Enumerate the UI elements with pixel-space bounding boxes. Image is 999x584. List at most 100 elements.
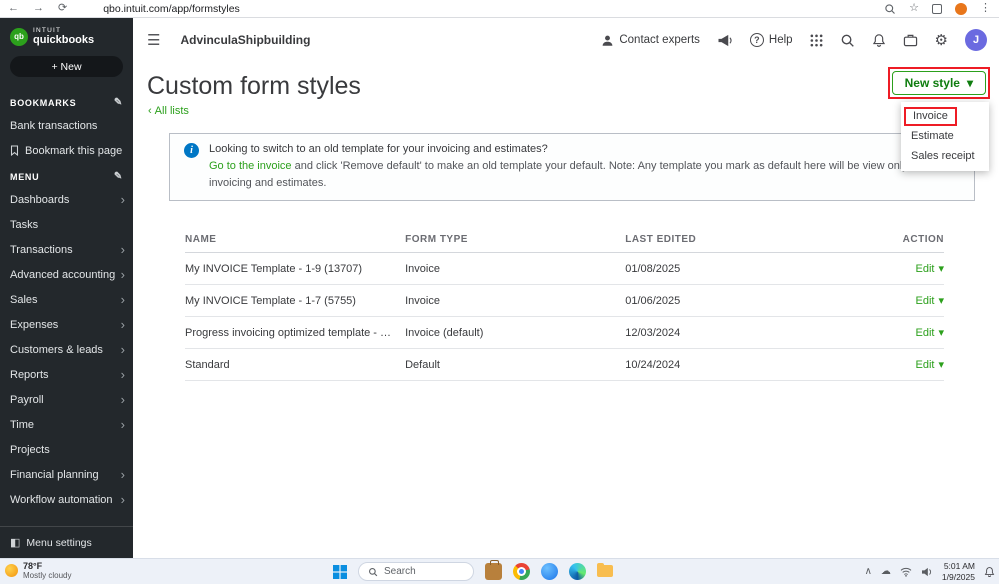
windows-start-icon[interactable] [333,564,347,579]
edit-button[interactable]: Edit ▾ [915,262,944,276]
sidebar-item-expenses[interactable]: Expenses › [0,312,133,337]
chevron-right-icon: › [120,492,125,508]
cell-form-type: Invoice [405,262,440,275]
sidebar-item-advanced-accounting[interactable]: Advanced accounting › [0,262,133,287]
chevron-down-icon: ▾ [938,359,944,372]
cell-form-type: Default [405,358,440,371]
screen: ← → ⟳ qbo.intuit.com/app/formstyles ☆ ⋮ … [0,0,999,584]
form-styles-table: NAME FORM TYPE LAST EDITED ACTION My INV… [185,228,944,382]
edge-icon[interactable] [569,563,586,580]
volume-icon[interactable] [921,567,933,577]
sidebar-item-label: Bookmark this page [25,144,123,157]
search-icon[interactable] [840,33,855,48]
edit-label: Edit [915,262,935,275]
sidebar-item-dashboards[interactable]: Dashboards › [0,187,133,212]
sidebar-item-label: Reports [10,368,49,381]
briefcase-app-icon[interactable] [485,560,502,580]
sidebar-item-time[interactable]: Time › [0,412,133,437]
sidebar-item-payroll[interactable]: Payroll › [0,387,133,412]
dropdown-item-estimate[interactable]: Estimate [901,126,989,146]
back-icon[interactable]: ← [8,3,19,14]
column-header-form-type: FORM TYPE [405,234,468,246]
weather-description: Mostly cloudy [23,571,72,581]
app-header: ☰ AdvinculaShipbuilding Contact experts … [133,18,999,62]
sidebar-item-label: Projects [10,443,50,456]
user-avatar[interactable]: J [965,29,987,51]
sidebar-item-bookmark-this-page[interactable]: Bookmark this page [0,138,133,163]
column-header-name: NAME [185,234,217,246]
dropdown-item-invoice[interactable]: Invoice [913,110,948,122]
menu-section-header: MENU ✎ [0,163,133,187]
sidebar-item-projects[interactable]: Projects [0,437,133,462]
briefcase-icon[interactable] [903,33,918,47]
chrome-icon[interactable] [513,563,530,580]
contact-experts-button[interactable]: Contact experts [601,34,700,47]
zoom-icon[interactable] [884,3,896,15]
edit-button[interactable]: Edit ▾ [915,326,944,340]
sidebar-item-customers-leads[interactable]: Customers & leads › [0,337,133,362]
forward-icon[interactable]: → [33,3,44,14]
sidebar-item-label: Financial planning [10,468,99,481]
sidebar-item-label: Time [10,418,35,431]
all-lists-link[interactable]: ‹ All lists [148,105,189,117]
dropdown-item-sales-receipt[interactable]: Sales receipt [901,146,989,166]
sidebar-item-label: Transactions [10,243,73,256]
browser-menu-icon[interactable]: ⋮ [980,3,991,14]
cell-last-edited: 10/24/2024 [625,358,681,371]
chevron-right-icon: › [120,192,125,208]
sidebar-item-financial-planning[interactable]: Financial planning › [0,462,133,487]
company-name[interactable]: AdvinculaShipbuilding [180,33,310,47]
bookmark-star-icon[interactable]: ☆ [909,3,919,14]
new-button[interactable]: + New [10,56,123,78]
help-button[interactable]: ? Help [749,33,793,47]
address-bar[interactable]: qbo.intuit.com/app/formstyles [103,3,870,15]
taskbar-clock[interactable]: 5:01 AM 1/9/2025 [942,561,975,582]
tray-chevron-up-icon[interactable]: ∧ [865,566,872,577]
browser-toolbar: ← → ⟳ qbo.intuit.com/app/formstyles ☆ ⋮ [0,0,999,18]
info-icon: i [184,143,199,158]
annotation-box-new-style: New style ▾ [887,67,990,99]
bookmarks-header-label: BOOKMARKS [10,97,77,108]
wifi-icon[interactable] [900,567,912,577]
taskbar-search[interactable]: Search [358,562,474,581]
table-header-row: NAME FORM TYPE LAST EDITED ACTION [185,228,944,254]
sidebar-item-reports[interactable]: Reports › [0,362,133,387]
chevron-right-icon: › [120,292,125,308]
sidebar-item-sales[interactable]: Sales › [0,287,133,312]
apps-grid-icon[interactable] [810,34,823,47]
chevron-left-icon: ‹ [148,105,152,117]
clock-date: 1/9/2025 [941,571,975,582]
megaphone-icon[interactable] [717,34,733,47]
edit-bookmarks-icon[interactable]: ✎ [114,97,123,108]
contact-experts-label: Contact experts [619,34,700,46]
firefox-icon[interactable] [541,563,558,580]
new-style-button[interactable]: New style ▾ [891,71,986,95]
extensions-icon[interactable] [932,3,942,14]
menu-settings-button[interactable]: ◧ Menu settings [0,526,133,558]
taskbar-weather-widget[interactable]: 78°F Mostly cloudy [5,561,71,581]
reload-icon[interactable]: ⟳ [58,3,67,14]
sidebar-toggle-icon[interactable]: ☰ [147,31,160,49]
notifications-bell-icon[interactable] [872,33,886,48]
file-explorer-icon[interactable] [597,563,614,580]
browser-profile-avatar[interactable] [955,2,967,15]
cell-last-edited: 12/03/2024 [625,326,681,339]
edit-button[interactable]: Edit ▾ [915,294,944,308]
onedrive-cloud-icon[interactable]: ☁ [881,566,891,577]
edit-menu-icon[interactable]: ✎ [114,171,123,182]
sidebar-item-label: Tasks [10,218,39,231]
windows-taskbar: 78°F Mostly cloudy Search ∧ ☁ 5:01 AM 1/… [0,558,999,584]
sidebar-item-bank-transactions[interactable]: Bank transactions [0,113,133,138]
sidebar-item-tasks[interactable]: Tasks [0,212,133,237]
system-tray: ∧ ☁ 5:01 AM 1/9/2025 [865,559,995,584]
go-to-invoice-link[interactable]: Go to the invoice [209,160,292,172]
edit-button[interactable]: Edit ▾ [915,358,944,372]
person-icon [601,34,614,47]
sidebar-item-workflow-automation[interactable]: Workflow automation › [0,487,133,512]
chevron-right-icon: › [120,467,125,483]
settings-gear-icon[interactable]: ⚙ [935,33,948,48]
sidebar-item-transactions[interactable]: Transactions › [0,237,133,262]
notification-center-bell-icon[interactable] [984,566,995,578]
new-style-dropdown: Invoice Estimate Sales receipt [901,102,989,171]
chevron-right-icon: › [120,267,125,283]
